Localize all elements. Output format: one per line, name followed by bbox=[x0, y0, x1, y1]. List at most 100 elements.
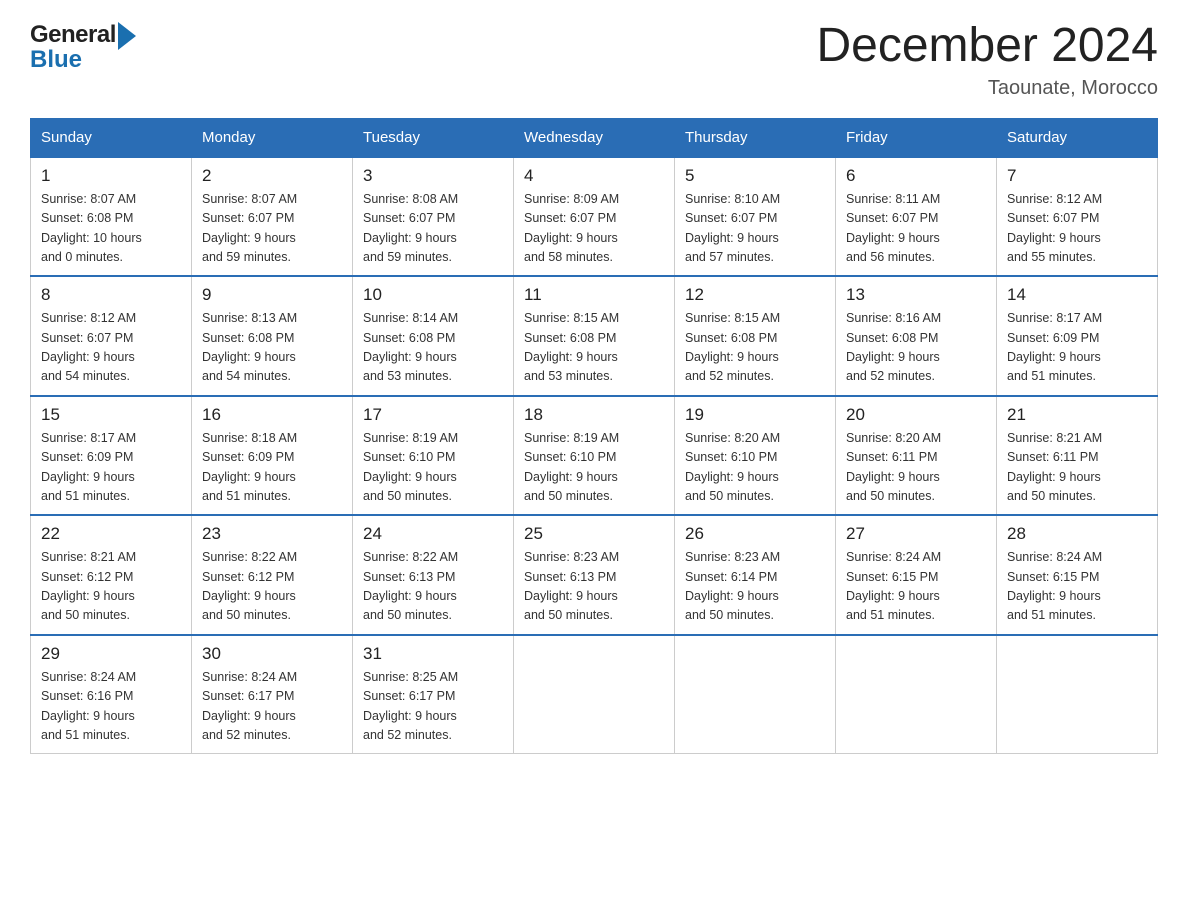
calendar-week-row: 15 Sunrise: 8:17 AMSunset: 6:09 PMDaylig… bbox=[31, 396, 1158, 516]
day-header-thursday: Thursday bbox=[675, 118, 836, 157]
calendar-day-cell: 3 Sunrise: 8:08 AMSunset: 6:07 PMDayligh… bbox=[353, 157, 514, 277]
calendar-day-cell: 10 Sunrise: 8:14 AMSunset: 6:08 PMDaylig… bbox=[353, 276, 514, 396]
calendar-table: SundayMondayTuesdayWednesdayThursdayFrid… bbox=[30, 118, 1158, 755]
day-info: Sunrise: 8:23 AMSunset: 6:13 PMDaylight:… bbox=[524, 548, 664, 626]
day-number: 20 bbox=[846, 405, 986, 425]
day-info: Sunrise: 8:15 AMSunset: 6:08 PMDaylight:… bbox=[685, 309, 825, 387]
day-info: Sunrise: 8:12 AMSunset: 6:07 PMDaylight:… bbox=[41, 309, 181, 387]
day-number: 26 bbox=[685, 524, 825, 544]
month-title: December 2024 bbox=[816, 20, 1158, 73]
day-number: 19 bbox=[685, 405, 825, 425]
day-number: 18 bbox=[524, 405, 664, 425]
calendar-day-cell: 13 Sunrise: 8:16 AMSunset: 6:08 PMDaylig… bbox=[836, 276, 997, 396]
day-number: 2 bbox=[202, 166, 342, 186]
day-info: Sunrise: 8:23 AMSunset: 6:14 PMDaylight:… bbox=[685, 548, 825, 626]
day-info: Sunrise: 8:09 AMSunset: 6:07 PMDaylight:… bbox=[524, 190, 664, 268]
day-info: Sunrise: 8:24 AMSunset: 6:17 PMDaylight:… bbox=[202, 668, 342, 746]
title-section: December 2024 Taounate, Morocco bbox=[816, 20, 1158, 100]
calendar-day-cell: 1 Sunrise: 8:07 AMSunset: 6:08 PMDayligh… bbox=[31, 157, 192, 277]
calendar-day-cell: 7 Sunrise: 8:12 AMSunset: 6:07 PMDayligh… bbox=[997, 157, 1158, 277]
day-number: 10 bbox=[363, 285, 503, 305]
day-info: Sunrise: 8:19 AMSunset: 6:10 PMDaylight:… bbox=[524, 429, 664, 507]
day-info: Sunrise: 8:24 AMSunset: 6:15 PMDaylight:… bbox=[1007, 548, 1147, 626]
day-info: Sunrise: 8:07 AMSunset: 6:07 PMDaylight:… bbox=[202, 190, 342, 268]
calendar-day-cell: 12 Sunrise: 8:15 AMSunset: 6:08 PMDaylig… bbox=[675, 276, 836, 396]
day-info: Sunrise: 8:07 AMSunset: 6:08 PMDaylight:… bbox=[41, 190, 181, 268]
calendar-day-cell: 16 Sunrise: 8:18 AMSunset: 6:09 PMDaylig… bbox=[192, 396, 353, 516]
calendar-week-row: 8 Sunrise: 8:12 AMSunset: 6:07 PMDayligh… bbox=[31, 276, 1158, 396]
calendar-day-cell: 11 Sunrise: 8:15 AMSunset: 6:08 PMDaylig… bbox=[514, 276, 675, 396]
calendar-day-cell: 26 Sunrise: 8:23 AMSunset: 6:14 PMDaylig… bbox=[675, 515, 836, 635]
calendar-day-cell: 19 Sunrise: 8:20 AMSunset: 6:10 PMDaylig… bbox=[675, 396, 836, 516]
calendar-day-cell: 2 Sunrise: 8:07 AMSunset: 6:07 PMDayligh… bbox=[192, 157, 353, 277]
day-info: Sunrise: 8:20 AMSunset: 6:11 PMDaylight:… bbox=[846, 429, 986, 507]
calendar-week-row: 1 Sunrise: 8:07 AMSunset: 6:08 PMDayligh… bbox=[31, 157, 1158, 277]
day-number: 17 bbox=[363, 405, 503, 425]
calendar-day-cell: 22 Sunrise: 8:21 AMSunset: 6:12 PMDaylig… bbox=[31, 515, 192, 635]
calendar-day-cell bbox=[514, 635, 675, 754]
day-info: Sunrise: 8:22 AMSunset: 6:13 PMDaylight:… bbox=[363, 548, 503, 626]
calendar-day-cell: 6 Sunrise: 8:11 AMSunset: 6:07 PMDayligh… bbox=[836, 157, 997, 277]
day-number: 21 bbox=[1007, 405, 1147, 425]
calendar-day-cell: 20 Sunrise: 8:20 AMSunset: 6:11 PMDaylig… bbox=[836, 396, 997, 516]
day-info: Sunrise: 8:13 AMSunset: 6:08 PMDaylight:… bbox=[202, 309, 342, 387]
calendar-day-cell: 8 Sunrise: 8:12 AMSunset: 6:07 PMDayligh… bbox=[31, 276, 192, 396]
page-header: General Blue December 2024 Taounate, Mor… bbox=[30, 20, 1158, 100]
day-info: Sunrise: 8:18 AMSunset: 6:09 PMDaylight:… bbox=[202, 429, 342, 507]
calendar-day-cell: 31 Sunrise: 8:25 AMSunset: 6:17 PMDaylig… bbox=[353, 635, 514, 754]
calendar-day-cell: 4 Sunrise: 8:09 AMSunset: 6:07 PMDayligh… bbox=[514, 157, 675, 277]
day-number: 7 bbox=[1007, 166, 1147, 186]
day-header-saturday: Saturday bbox=[997, 118, 1158, 157]
day-info: Sunrise: 8:16 AMSunset: 6:08 PMDaylight:… bbox=[846, 309, 986, 387]
calendar-day-cell bbox=[836, 635, 997, 754]
day-info: Sunrise: 8:11 AMSunset: 6:07 PMDaylight:… bbox=[846, 190, 986, 268]
day-info: Sunrise: 8:15 AMSunset: 6:08 PMDaylight:… bbox=[524, 309, 664, 387]
day-number: 4 bbox=[524, 166, 664, 186]
calendar-week-row: 29 Sunrise: 8:24 AMSunset: 6:16 PMDaylig… bbox=[31, 635, 1158, 754]
calendar-day-cell: 21 Sunrise: 8:21 AMSunset: 6:11 PMDaylig… bbox=[997, 396, 1158, 516]
calendar-day-cell: 23 Sunrise: 8:22 AMSunset: 6:12 PMDaylig… bbox=[192, 515, 353, 635]
calendar-header-row: SundayMondayTuesdayWednesdayThursdayFrid… bbox=[31, 118, 1158, 157]
day-header-wednesday: Wednesday bbox=[514, 118, 675, 157]
day-info: Sunrise: 8:08 AMSunset: 6:07 PMDaylight:… bbox=[363, 190, 503, 268]
day-info: Sunrise: 8:20 AMSunset: 6:10 PMDaylight:… bbox=[685, 429, 825, 507]
day-info: Sunrise: 8:22 AMSunset: 6:12 PMDaylight:… bbox=[202, 548, 342, 626]
day-header-friday: Friday bbox=[836, 118, 997, 157]
calendar-day-cell: 18 Sunrise: 8:19 AMSunset: 6:10 PMDaylig… bbox=[514, 396, 675, 516]
calendar-day-cell: 17 Sunrise: 8:19 AMSunset: 6:10 PMDaylig… bbox=[353, 396, 514, 516]
calendar-day-cell: 30 Sunrise: 8:24 AMSunset: 6:17 PMDaylig… bbox=[192, 635, 353, 754]
day-header-tuesday: Tuesday bbox=[353, 118, 514, 157]
day-number: 28 bbox=[1007, 524, 1147, 544]
day-info: Sunrise: 8:17 AMSunset: 6:09 PMDaylight:… bbox=[41, 429, 181, 507]
day-number: 15 bbox=[41, 405, 181, 425]
logo-arrow-icon bbox=[118, 22, 136, 50]
day-number: 30 bbox=[202, 644, 342, 664]
day-number: 27 bbox=[846, 524, 986, 544]
day-info: Sunrise: 8:14 AMSunset: 6:08 PMDaylight:… bbox=[363, 309, 503, 387]
day-header-sunday: Sunday bbox=[31, 118, 192, 157]
calendar-week-row: 22 Sunrise: 8:21 AMSunset: 6:12 PMDaylig… bbox=[31, 515, 1158, 635]
day-number: 12 bbox=[685, 285, 825, 305]
calendar-day-cell: 9 Sunrise: 8:13 AMSunset: 6:08 PMDayligh… bbox=[192, 276, 353, 396]
calendar-day-cell: 27 Sunrise: 8:24 AMSunset: 6:15 PMDaylig… bbox=[836, 515, 997, 635]
calendar-day-cell: 28 Sunrise: 8:24 AMSunset: 6:15 PMDaylig… bbox=[997, 515, 1158, 635]
day-number: 5 bbox=[685, 166, 825, 186]
day-number: 24 bbox=[363, 524, 503, 544]
day-info: Sunrise: 8:25 AMSunset: 6:17 PMDaylight:… bbox=[363, 668, 503, 746]
calendar-day-cell bbox=[675, 635, 836, 754]
day-number: 9 bbox=[202, 285, 342, 305]
calendar-day-cell: 24 Sunrise: 8:22 AMSunset: 6:13 PMDaylig… bbox=[353, 515, 514, 635]
day-number: 3 bbox=[363, 166, 503, 186]
logo: General Blue bbox=[30, 20, 136, 74]
calendar-day-cell bbox=[997, 635, 1158, 754]
day-number: 23 bbox=[202, 524, 342, 544]
location-text: Taounate, Morocco bbox=[816, 77, 1158, 100]
day-info: Sunrise: 8:24 AMSunset: 6:15 PMDaylight:… bbox=[846, 548, 986, 626]
logo-general-text: General bbox=[30, 21, 116, 49]
day-number: 22 bbox=[41, 524, 181, 544]
day-number: 25 bbox=[524, 524, 664, 544]
calendar-day-cell: 14 Sunrise: 8:17 AMSunset: 6:09 PMDaylig… bbox=[997, 276, 1158, 396]
day-info: Sunrise: 8:24 AMSunset: 6:16 PMDaylight:… bbox=[41, 668, 181, 746]
calendar-day-cell: 29 Sunrise: 8:24 AMSunset: 6:16 PMDaylig… bbox=[31, 635, 192, 754]
day-info: Sunrise: 8:21 AMSunset: 6:12 PMDaylight:… bbox=[41, 548, 181, 626]
